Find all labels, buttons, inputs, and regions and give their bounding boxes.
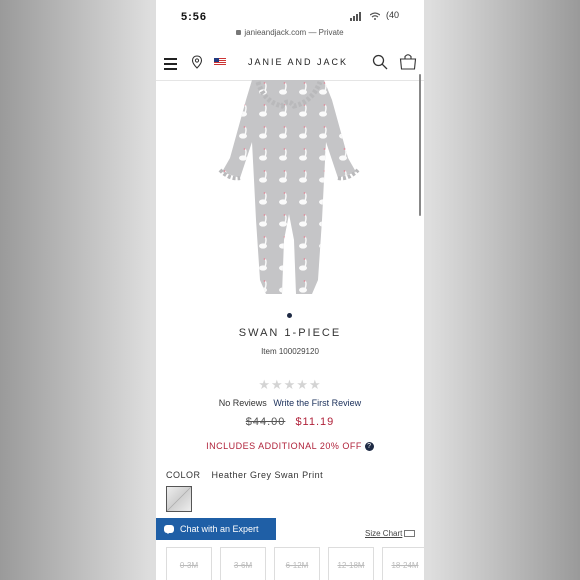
price-row: $44.00 $11.19	[156, 416, 424, 428]
size-option[interactable]: 6-12M	[274, 547, 320, 580]
wifi-icon	[370, 12, 380, 20]
private-label: — Private	[308, 28, 344, 37]
discount-note: INCLUDES ADDITIONAL 20% OFF?	[156, 441, 424, 452]
help-icon[interactable]: ?	[364, 442, 374, 452]
url-text: janieandjack.com	[244, 28, 307, 37]
size-option[interactable]: 3-6M	[220, 547, 266, 580]
size-option[interactable]: 0-3M	[166, 547, 212, 580]
carousel-indicator[interactable]	[287, 313, 292, 318]
lock-icon	[236, 30, 242, 36]
search-icon[interactable]	[372, 54, 388, 70]
status-time: 5:56	[181, 11, 208, 23]
write-review-link[interactable]: Write the First Review	[273, 398, 361, 408]
phone-screen: 5:56 (40 janieandjack.com — Private JANI…	[156, 0, 424, 580]
color-row: COLOR Heather Grey Swan Print	[166, 470, 323, 480]
shopping-bag-icon[interactable]	[399, 53, 417, 70]
size-option[interactable]: 18-24M	[382, 547, 424, 580]
chat-label: Chat with an Expert	[180, 524, 259, 534]
size-chart-label: Size Chart	[365, 529, 403, 538]
address-bar[interactable]: janieandjack.com — Private	[156, 28, 424, 37]
color-value: Heather Grey Swan Print	[211, 470, 324, 480]
original-price: $44.00	[245, 416, 286, 428]
product-image[interactable]	[216, 80, 362, 300]
brand-logo[interactable]: JANIE AND JACK	[248, 57, 348, 67]
us-flag-icon[interactable]	[214, 58, 226, 66]
product-title: SWAN 1-PIECE	[238, 327, 342, 339]
chat-button[interactable]: Chat with an Expert	[156, 518, 276, 540]
size-chart-link[interactable]: Size Chart	[365, 529, 416, 538]
rating-stars: ★★★★★	[258, 377, 322, 392]
site-header: JANIE AND JACK	[156, 46, 424, 81]
color-swatch[interactable]	[166, 486, 192, 512]
status-bar: 5:56 (40	[156, 0, 424, 26]
scrollbar[interactable]	[419, 74, 421, 216]
signal-icon	[350, 12, 361, 21]
menu-icon[interactable]	[164, 58, 177, 70]
size-options: 0-3M 3-6M 6-12M 12-18M 18-24M	[166, 547, 424, 580]
reviews-row: No Reviews Write the First Review	[156, 398, 424, 408]
chat-bubble-icon	[164, 525, 174, 534]
size-option[interactable]: 12-18M	[328, 547, 374, 580]
reviews-count: No Reviews	[218, 398, 267, 408]
ruler-icon	[404, 530, 416, 538]
location-pin-icon[interactable]	[191, 55, 203, 69]
item-number: Item 100029120	[261, 347, 319, 356]
discount-text: INCLUDES ADDITIONAL 20% OFF	[206, 441, 362, 451]
battery-indicator: (40	[386, 10, 400, 20]
sale-price: $11.19	[295, 416, 335, 428]
color-label: COLOR	[166, 470, 201, 480]
